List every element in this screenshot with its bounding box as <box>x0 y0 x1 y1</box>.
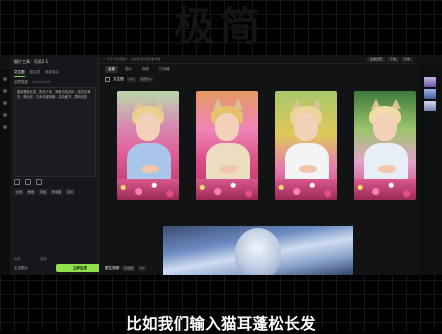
footer-label: 生成图片 <box>14 266 28 270</box>
flowers <box>117 179 179 200</box>
option-ratio[interactable]: 比例 <box>14 189 25 195</box>
app-window: 图片工具 · 可灵2.1 文生图 图生图 局部重绘 创意描述 DeepSeek 猫… <box>0 55 442 275</box>
record-tag: 高品质 <box>122 266 136 271</box>
nav-video-icon[interactable] <box>3 101 7 105</box>
shirt <box>285 143 329 181</box>
face <box>215 113 239 141</box>
hand <box>141 165 159 173</box>
record-header-2: 图生视频 高品质 5s <box>105 266 146 271</box>
nav-image-icon[interactable] <box>3 89 7 93</box>
nav-settings-icon[interactable] <box>3 125 7 129</box>
option-reference[interactable]: 参考图 <box>50 189 64 195</box>
hand <box>378 165 396 173</box>
option-hd[interactable]: 高清 <box>65 189 76 195</box>
shirt <box>364 143 408 181</box>
footer-count-label[interactable]: 数量 <box>40 256 46 261</box>
share-button[interactable]: 分享 <box>400 56 413 62</box>
hand <box>299 165 317 173</box>
history-button[interactable]: 生成记录 <box>366 56 385 62</box>
thumbnail[interactable] <box>424 101 436 111</box>
prompt-tools <box>14 179 42 185</box>
result-image-2[interactable] <box>196 91 258 200</box>
record-title-2: 图生视频 <box>105 266 120 270</box>
top-bar: < 今日已生成图片 · 点击生成内容查看详情 生成记录 下载 分享 <box>99 55 417 64</box>
tab-all[interactable]: 全部 <box>105 66 118 73</box>
panel-tabs: 文生图 图生图 局部重绘 <box>14 70 59 77</box>
tab-favorites[interactable]: 已收藏 <box>156 66 173 73</box>
record-tag: 1:1 <box>126 77 136 82</box>
record-title: 文生图 <box>113 77 124 81</box>
prompt-input[interactable]: 猫耳蓬松长发，阳光少年，穿着白色衬衫，站在花海中，伸出手，日系动漫风格，高清细节… <box>14 87 96 177</box>
record-header: 文生图 1:1 可灵2.1 <box>105 77 154 82</box>
tab-inpaint[interactable]: 局部重绘 <box>45 70 59 77</box>
topbar-actions: 生成记录 下载 分享 <box>366 56 413 62</box>
shirt <box>127 143 171 181</box>
section-label: 创意描述 DeepSeek <box>14 80 50 84</box>
panel-title: 图片工具 · 可灵2.1 <box>14 59 49 64</box>
option-count[interactable]: 数量 <box>26 189 37 195</box>
left-panel: 图片工具 · 可灵2.1 文生图 图生图 局部重绘 创意描述 DeepSeek 猫… <box>10 55 104 275</box>
prompt-text: 猫耳蓬松长发，阳光少年，穿着白色衬衫，站在花海中，伸出手，日系动漫风格，高清细节… <box>17 90 91 99</box>
footer-settings: 比例 数量 <box>14 256 47 261</box>
content-tabs: 全部 图片 视频 已收藏 <box>105 66 173 73</box>
option-style[interactable]: 风格 <box>38 189 49 195</box>
thumbnail-strip <box>419 63 442 275</box>
nav-history-icon[interactable] <box>3 113 7 117</box>
face <box>136 113 160 141</box>
section-hint: DeepSeek <box>32 80 50 84</box>
shirt <box>206 143 250 181</box>
breadcrumb[interactable]: < 今日已生成图片 · 点击生成内容查看详情 <box>103 57 160 61</box>
flowers <box>196 179 258 200</box>
flowers <box>275 179 337 200</box>
record-tag: 5s <box>138 266 146 271</box>
tab-images[interactable]: 图片 <box>122 66 135 73</box>
tab-text-to-image[interactable]: 文生图 <box>14 70 25 77</box>
face <box>373 113 397 141</box>
image-icon <box>105 77 110 82</box>
options-row: 比例 数量 风格 参考图 高清 <box>14 189 76 195</box>
background-text: 极简 <box>174 4 266 50</box>
result-image-4[interactable] <box>354 91 416 200</box>
tab-image-to-image[interactable]: 图生图 <box>30 70 41 77</box>
thumbnail[interactable] <box>424 89 436 99</box>
download-button[interactable]: 下载 <box>386 56 399 62</box>
clear-icon[interactable] <box>25 179 31 185</box>
nav-home-icon[interactable] <box>3 77 7 81</box>
magic-icon[interactable] <box>36 179 42 185</box>
footer-ratio-label[interactable]: 比例 <box>14 256 20 261</box>
video-preview[interactable] <box>163 226 353 275</box>
result-image-3[interactable] <box>275 91 337 200</box>
face <box>294 113 318 141</box>
tab-videos[interactable]: 视频 <box>139 66 152 73</box>
result-image-1[interactable] <box>117 91 179 200</box>
flowers <box>354 179 416 200</box>
generate-button[interactable]: 立即生成 <box>56 264 104 272</box>
upload-icon[interactable] <box>14 179 20 185</box>
silver-hair-figure <box>235 228 281 275</box>
thumbnail[interactable] <box>424 77 436 87</box>
record-tag: 可灵2.1 <box>138 77 154 82</box>
hand <box>220 165 238 173</box>
